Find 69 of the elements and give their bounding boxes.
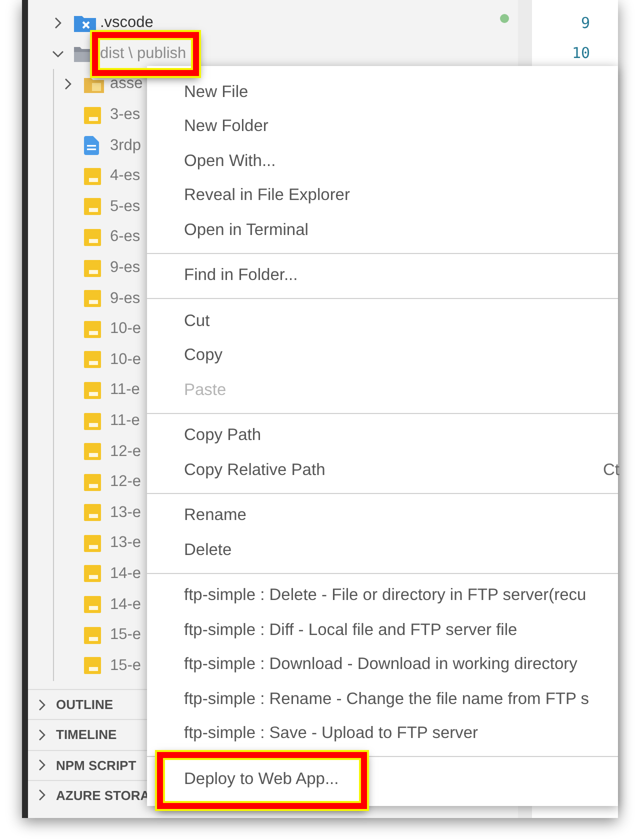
- js-file-icon: [84, 351, 101, 368]
- js-file-icon: [84, 443, 101, 460]
- file-name[interactable]: 9-es: [110, 259, 140, 276]
- file-name[interactable]: 10-e: [110, 320, 142, 338]
- menu-item[interactable]: Copy Path: [147, 418, 618, 453]
- menu-item[interactable]: Open in Terminal: [147, 213, 618, 248]
- file-name[interactable]: 11-e: [110, 412, 140, 430]
- js-file-icon: [84, 596, 101, 614]
- file-name[interactable]: 13-e: [110, 534, 142, 552]
- menu-item[interactable]: Rename: [147, 498, 618, 533]
- js-file-icon: [84, 412, 101, 430]
- folder-name[interactable]: .vscode: [100, 14, 154, 32]
- js-file-icon: [84, 382, 101, 399]
- chevron-right-icon[interactable]: [36, 698, 48, 711]
- file-name[interactable]: 12-e: [110, 442, 142, 460]
- line-number: 9: [580, 13, 590, 34]
- js-file-icon: [84, 534, 101, 552]
- js-file-icon: [84, 657, 101, 674]
- js-file-icon: [84, 320, 101, 338]
- file-name[interactable]: 12-e: [110, 473, 142, 490]
- file-name[interactable]: 15-e: [110, 656, 142, 674]
- js-file-icon: [84, 228, 101, 246]
- menu-item[interactable]: ftp-simple : Delete - File or directory in FTP server(recu: [147, 578, 618, 613]
- folder-icon: [84, 76, 104, 93]
- js-file-icon: [84, 474, 101, 491]
- js-file-icon: [84, 565, 101, 582]
- menu-item[interactable]: Reveal in File Explorer: [147, 178, 618, 213]
- chevron-right-icon[interactable]: [36, 789, 48, 802]
- file-name[interactable]: 5-es: [110, 198, 140, 215]
- js-file-icon: [84, 504, 101, 522]
- folder-name[interactable]: dist \ publish: [100, 44, 186, 62]
- menu-item[interactable]: Open With...: [147, 144, 618, 178]
- chevron-right-icon[interactable]: [52, 17, 64, 30]
- menu-item[interactable]: Delete: [147, 533, 618, 568]
- file-name[interactable]: 14-e: [110, 596, 142, 613]
- chevron-right-icon[interactable]: [36, 728, 48, 741]
- js-file-icon: [84, 168, 101, 185]
- file-name[interactable]: 3-es: [110, 106, 140, 124]
- menu-item[interactable]: New Folder: [147, 110, 618, 144]
- js-file-icon: [84, 198, 101, 216]
- line-number: 10: [572, 43, 590, 64]
- menu-item[interactable]: ftp-simple : Save - Upload to FTP server: [147, 716, 618, 751]
- file-name[interactable]: 11-e: [110, 381, 140, 398]
- file-name[interactable]: 4-es: [110, 167, 140, 184]
- document-icon: [84, 136, 99, 156]
- menu-item[interactable]: Find in Folder...: [147, 258, 618, 293]
- folder-icon: [74, 14, 96, 32]
- menu-item[interactable]: Deploy to Web App...: [147, 762, 618, 796]
- file-name[interactable]: 13-e: [110, 504, 142, 521]
- menu-item[interactable]: Copy: [147, 338, 618, 373]
- js-file-icon: [84, 106, 101, 124]
- chevron-right-icon[interactable]: [62, 78, 74, 90]
- file-name[interactable]: 3rdp: [110, 136, 142, 154]
- chevron-right-icon[interactable]: [36, 759, 48, 772]
- folder-icon: [74, 46, 91, 62]
- file-name[interactable]: 15-e: [110, 626, 142, 644]
- js-file-icon: [84, 290, 101, 308]
- menu-item[interactable]: ftp-simple : Download - Download in working directory: [147, 648, 618, 682]
- folder-name[interactable]: asse: [110, 75, 143, 92]
- menu-item[interactable]: ftp-simple : Diff - Local file and FTP server file: [147, 613, 618, 648]
- file-name[interactable]: 10-e: [110, 350, 142, 368]
- file-name[interactable]: 6-es: [110, 228, 140, 246]
- file-name[interactable]: 14-e: [110, 564, 142, 582]
- js-file-icon: [84, 260, 101, 277]
- js-file-icon: [84, 626, 101, 644]
- menu-item[interactable]: Cut: [147, 304, 618, 338]
- file-name[interactable]: 9-es: [110, 290, 140, 307]
- menu-item[interactable]: ftp-simple : Rename - Change the file name from FTP s: [147, 682, 618, 716]
- menu-item[interactable]: New File: [147, 75, 618, 110]
